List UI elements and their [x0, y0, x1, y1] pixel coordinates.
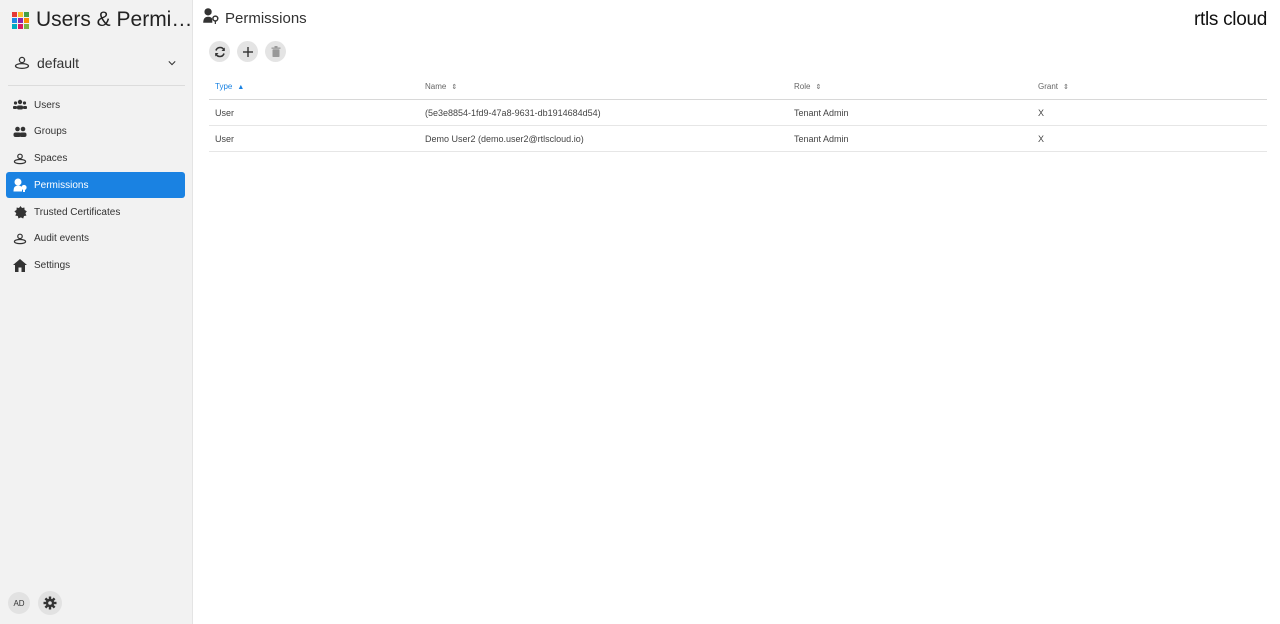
sidebar-item-settings[interactable]: Settings	[6, 253, 185, 279]
gear-icon[interactable]	[38, 591, 62, 615]
sidebar-item-audit-events[interactable]: Audit events	[6, 226, 185, 252]
sidebar-item-label: Users	[34, 99, 61, 111]
spaces-icon	[14, 56, 30, 70]
sidebar-divider	[8, 85, 185, 86]
column-header-name[interactable]: Name ⇕	[419, 74, 788, 100]
cell-name: Demo User2 (demo.user2@rtlscloud.io)	[419, 125, 788, 152]
cell-grant: X	[1032, 99, 1267, 126]
sidebar-item-label: Trusted Certificates	[34, 206, 121, 218]
cell-type: User	[209, 99, 419, 126]
cell-grant: X	[1032, 125, 1267, 152]
space-selector-value: default	[37, 55, 80, 71]
table-row[interactable]: User Demo User2 (demo.user2@rtlscloud.io…	[209, 125, 1267, 152]
refresh-button[interactable]	[209, 41, 230, 62]
toolbar	[209, 41, 293, 62]
users-icon	[13, 98, 27, 112]
sidebar-item-permissions[interactable]: Permissions	[6, 172, 185, 199]
groups-icon	[13, 125, 27, 139]
column-header-role[interactable]: Role ⇕	[788, 74, 1032, 100]
column-header-type[interactable]: Type ▲	[209, 74, 419, 100]
sidebar-item-users[interactable]: Users	[6, 92, 185, 118]
sidebar-nav: Users Groups Spaces Permissions Trusted …	[6, 92, 185, 280]
sidebar-item-label: Audit events	[34, 233, 90, 245]
cell-role: Tenant Admin	[788, 99, 1032, 126]
refresh-icon	[214, 46, 225, 57]
sidebar-item-spaces[interactable]: Spaces	[6, 146, 185, 172]
sort-icon: ⇕	[451, 84, 458, 91]
sort-icon: ⇕	[1063, 84, 1069, 91]
add-icon	[242, 46, 253, 57]
sidebar-item-label: Settings	[34, 260, 71, 272]
sidebar-item-trusted-certificates[interactable]: Trusted Certificates	[6, 199, 185, 225]
spaces-icon	[13, 152, 27, 166]
home-icon	[13, 259, 27, 273]
table-header-row: Type ▲ Name ⇕ Role ⇕ Grant ⇕	[209, 74, 1267, 100]
sidebar-item-label: Permissions	[34, 179, 89, 191]
cell-name: (5e3e8854-1fd9-47a8-9631-db1914684d54)	[419, 99, 788, 126]
app-header: Users & Permi…	[12, 8, 192, 32]
permissions-table: Type ▲ Name ⇕ Role ⇕ Grant ⇕ User (5e3e8854-…	[209, 74, 1267, 152]
certificate-icon	[13, 205, 27, 219]
page-header: Permissions	[202, 8, 307, 28]
add-button[interactable]	[237, 41, 258, 62]
audit-icon	[13, 232, 27, 246]
table-row[interactable]: User (5e3e8854-1fd9-47a8-9631-db1914684d…	[209, 99, 1267, 126]
column-header-grant[interactable]: Grant ⇕	[1032, 74, 1267, 100]
space-selector[interactable]: default	[14, 53, 180, 73]
sidebar-item-groups[interactable]: Groups	[6, 119, 185, 145]
sidebar-item-label: Spaces	[34, 153, 68, 165]
sidebar: Users & Permi… default Users Groups Spac…	[0, 0, 193, 624]
brand-logo: rtls cloud	[1193, 9, 1267, 30]
sidebar-item-label: Groups	[34, 126, 67, 138]
permissions-icon	[13, 178, 27, 193]
app-launcher-icon[interactable]	[12, 11, 29, 29]
sidebar-footer: AD	[8, 591, 62, 615]
permissions-icon	[202, 7, 219, 29]
avatar[interactable]: AD	[8, 592, 30, 614]
cell-type: User	[209, 125, 419, 152]
sort-asc-icon: ▲	[237, 84, 245, 91]
delete-button[interactable]	[265, 41, 286, 62]
delete-icon	[271, 46, 280, 57]
page-title: Permissions	[225, 9, 307, 27]
app-title: Users & Permi…	[36, 8, 193, 31]
cell-role: Tenant Admin	[788, 125, 1032, 152]
chevron-down-icon	[168, 61, 176, 66]
sort-icon: ⇕	[815, 84, 822, 91]
